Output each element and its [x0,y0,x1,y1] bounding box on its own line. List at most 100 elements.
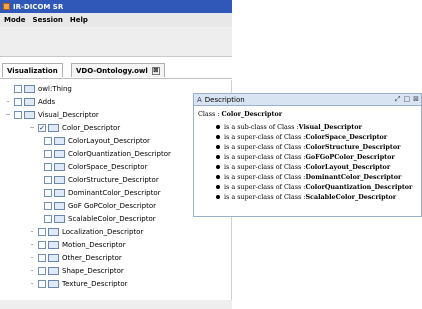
class-icon [48,279,59,288]
relation-item: is a super-class of Class : DominantColor… [198,172,417,182]
tree-node-visual-descriptor[interactable]: − Visual_Descriptor [4,108,99,121]
relation-item: is a super-class of Class : ColorLayout_D… [198,162,417,172]
class-icon [54,201,65,210]
menu-mode[interactable]: Mode [4,16,26,24]
bullet-icon [216,165,220,169]
tree-node-label: ColorLayout_Descriptor [68,136,150,145]
status-bar [0,300,232,309]
close-tab-icon[interactable]: ⊠ [151,66,160,75]
relation-item: is a super-class of Class : GoFGoPColor_D… [198,152,417,162]
checkbox-icon[interactable] [44,188,52,197]
bullet-icon [216,195,220,199]
expand-icon[interactable]: – [28,267,36,274]
tree-node-scalablecolor[interactable]: ScalableColor_Descriptor [44,212,156,225]
tree-node-label: ScalableColor_Descriptor [68,214,156,223]
checkbox-icon[interactable] [14,97,22,106]
tree-node-label: Visual_Descriptor [38,110,99,119]
collapse-icon[interactable]: − [4,111,12,118]
class-icon [54,214,65,223]
checkbox-icon[interactable] [14,110,22,119]
relation-text: is a super-class of Class : [224,163,306,171]
maximize-icon[interactable]: □ [404,95,411,104]
relation-text: is a sub-class of Class : [224,123,299,131]
bullet-icon [216,125,220,129]
window-titlebar: IR-DICOM SR [0,0,232,13]
tab-bar: Visualization VDO-Ontology.owl ⊠ [0,57,232,79]
checkbox-icon[interactable] [38,279,46,288]
relation-text: is a super-class of Class : [224,133,306,141]
tree-node-colorquantization[interactable]: ColorQuantization_Descriptor [44,147,171,160]
relation-item: is a super-class of Class : ScalableColor… [198,192,417,202]
tree-node-label: Other_Descriptor [62,253,122,262]
relation-target: ColorQuantization_Descriptor [305,183,413,191]
relation-target: GoFGoPColor_Descriptor [305,153,395,161]
expand-icon[interactable]: – [28,280,36,287]
expand-icon[interactable]: – [28,254,36,261]
tree-node-motion[interactable]: – Motion_Descriptor [28,238,126,251]
relation-item: is a sub-class of Class : Visual_Descript… [198,122,417,132]
expand-icon[interactable]: – [28,241,36,248]
class-icon [24,110,35,119]
class-prefix: Class : [198,110,220,118]
tree-node-gofgopcolor[interactable]: GoF GoPColor_Descriptor [44,199,156,212]
class-icon [54,162,65,171]
toolbar-area [0,27,232,57]
checkbox-icon[interactable] [44,175,52,184]
checkbox-icon[interactable] [38,253,46,262]
description-panel: A Description ⤢ □ ⊠ Class : Color_Descri… [193,93,422,217]
bullet-icon [216,185,220,189]
relation-item: is a super-class of Class : ColorQuantiza… [198,182,417,192]
checkbox-icon[interactable] [44,214,52,223]
close-icon[interactable]: ⊠ [413,95,419,104]
checkbox-icon[interactable] [44,162,52,171]
menu-session[interactable]: Session [33,16,63,24]
tree-node-label: Color_Descriptor [62,123,121,132]
checkbox-icon[interactable] [38,240,46,249]
tab-vdo-ontology[interactable]: VDO-Ontology.owl ⊠ [71,63,165,77]
tree-node-dominantcolor[interactable]: DominantColor_Descriptor [44,186,160,199]
tree-node-label: Adds [38,97,56,106]
detach-icon[interactable]: ⤢ [395,95,401,104]
relation-target: ColorLayout_Descriptor [305,163,391,171]
tree-node-localization[interactable]: – Localization_Descriptor [28,225,143,238]
bullet-icon [216,175,220,179]
tree-node-label: owl:Thing [38,84,72,93]
checkbox-icon[interactable] [38,266,46,275]
relation-item: is a super-class of Class : ColorStructur… [198,142,417,152]
tree-node-colorspace[interactable]: ColorSpace_Descriptor [44,160,147,173]
class-icon [48,227,59,236]
tree-node-label: Localization_Descriptor [62,227,144,236]
tree-node-colorlayout[interactable]: ColorLayout_Descriptor [44,134,150,147]
tree-node-label: Texture_Descriptor [62,279,128,288]
tree-node-shape[interactable]: – Shape_Descriptor [28,264,124,277]
tree-node-colorstructure[interactable]: ColorStructure_Descriptor [44,173,159,186]
tree-node-texture[interactable]: – Texture_Descriptor [28,277,128,290]
tree-node-label: DominantColor_Descriptor [68,188,161,197]
class-icon [24,84,35,93]
expand-icon[interactable]: – [28,228,36,235]
tab-visualization-label: Visualization [7,66,58,75]
menu-help[interactable]: Help [70,16,88,24]
checkbox-icon[interactable] [14,84,22,93]
tree-node-other[interactable]: – Other_Descriptor [28,251,122,264]
checkbox-icon[interactable]: ✓ [38,123,46,132]
tree-node-owl-thing[interactable]: owl:Thing [4,82,72,95]
collapse-icon[interactable]: − [28,124,36,131]
tree-node-label: ColorSpace_Descriptor [68,162,148,171]
tree-node-label: Shape_Descriptor [62,266,124,275]
description-panel-header: A Description ⤢ □ ⊠ [194,94,421,106]
tree-node-adds[interactable]: – Adds [4,95,55,108]
window-title: IR-DICOM SR [13,2,64,11]
checkbox-icon[interactable] [38,227,46,236]
bullet-icon [216,155,220,159]
checkbox-icon[interactable] [44,136,52,145]
class-icon [48,266,59,275]
class-icon [54,175,65,184]
checkbox-icon[interactable] [44,149,52,158]
checkbox-icon[interactable] [44,201,52,210]
tree-node-color-descriptor[interactable]: − ✓ Color_Descriptor [28,121,120,134]
relation-target: DominantColor_Descriptor [305,173,402,181]
tab-visualization[interactable]: Visualization [2,63,63,77]
tree-node-label: ColorQuantization_Descriptor [68,149,171,158]
expand-icon[interactable]: – [4,98,12,105]
